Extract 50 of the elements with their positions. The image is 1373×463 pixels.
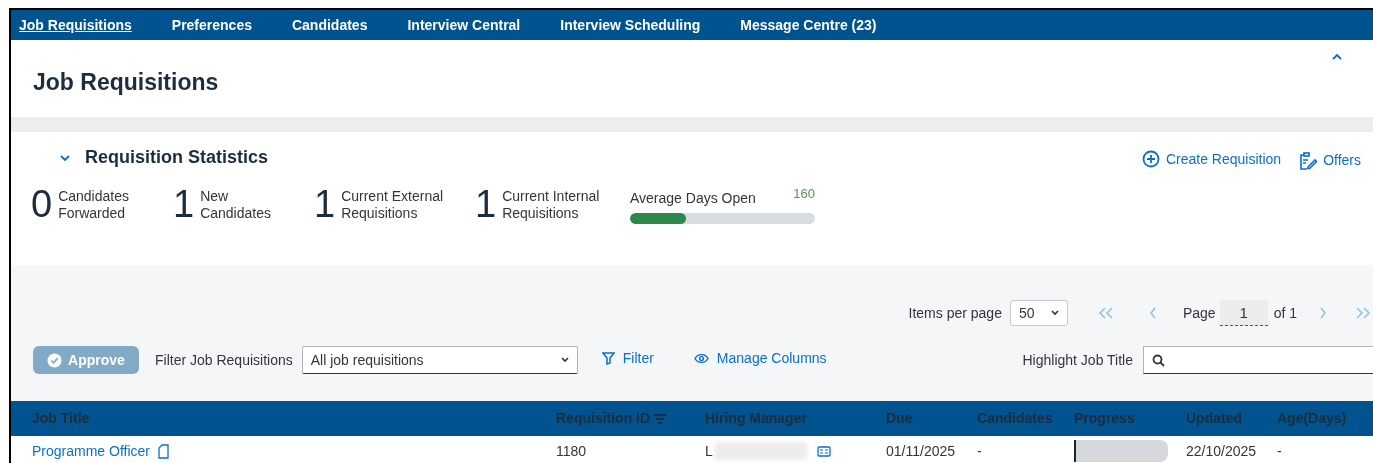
highlight-search-field[interactable]: [1143, 346, 1373, 374]
stat-number: 0: [31, 185, 53, 223]
page-title: Job Requisitions: [33, 68, 219, 97]
stat-value: 160: [793, 185, 815, 203]
eye-icon: [693, 352, 709, 364]
items-per-page-select[interactable]: 50: [1009, 300, 1068, 326]
contact-card-icon[interactable]: [817, 445, 831, 457]
caret-icon: [1050, 310, 1059, 316]
page-count: of 1: [1273, 303, 1297, 323]
stat-number: 1: [475, 185, 497, 223]
stat-label: Current Internal Requisitions: [502, 188, 601, 222]
table-cell-text: L: [705, 441, 713, 461]
table-cell-text: -: [1277, 441, 1283, 461]
nav-tab[interactable]: Interview Central: [407, 14, 521, 36]
nav-tab[interactable]: Message Centre (23): [740, 14, 877, 36]
add-circle-icon: [1141, 150, 1160, 168]
caret-icon: [560, 357, 569, 363]
stat-label: Average Days Open: [630, 189, 756, 208]
nav-tab[interactable]: Preferences: [171, 14, 252, 36]
job-title-link[interactable]: Programme Officer: [32, 440, 150, 462]
nav-tab[interactable]: Candidates: [291, 14, 368, 36]
funnel-icon: [601, 351, 615, 365]
search-icon: [1152, 353, 1165, 367]
stat-number: 1: [314, 185, 336, 223]
check-circle-icon: [47, 352, 63, 368]
stat-label: New Candidates: [200, 188, 272, 222]
page-number-field[interactable]: 1: [1219, 300, 1268, 326]
manage-columns-link[interactable]: Manage Columns: [693, 347, 827, 369]
filter-link[interactable]: Filter: [601, 347, 654, 369]
create-requisition-link[interactable]: Create Requisition: [1141, 148, 1282, 170]
collapse-icon[interactable]: [1331, 52, 1343, 62]
filter-select[interactable]: All job requisitions: [301, 346, 578, 374]
items-per-page-label: Items per page: [908, 303, 1002, 323]
table-cell-text: 01/11/2025: [886, 441, 957, 461]
table-cell-text: 22/10/2025: [1186, 441, 1258, 461]
clipboard-pencil-icon: [1299, 151, 1318, 170]
expand-chevron-icon[interactable]: [59, 152, 71, 163]
filter-label: Filter Job Requisitions: [155, 350, 293, 370]
page-label: Page: [1182, 303, 1216, 323]
document-icon[interactable]: [158, 443, 169, 459]
offers-link[interactable]: Offers: [1299, 150, 1361, 171]
highlight-label: Highlight Job Title: [1022, 350, 1133, 370]
table-cell-text: 1180: [556, 441, 588, 461]
section-title: Requisition Statistics: [85, 146, 269, 169]
nav-tab[interactable]: Interview Scheduling: [560, 14, 701, 36]
table-cell-text: -: [977, 441, 983, 461]
nav-tab[interactable]: Job Requisitions: [19, 14, 132, 36]
stat-number: 1: [173, 185, 195, 223]
stat-label: Candidates Forwarded: [58, 188, 130, 222]
stat-label: Current External Requisitions: [341, 188, 445, 222]
